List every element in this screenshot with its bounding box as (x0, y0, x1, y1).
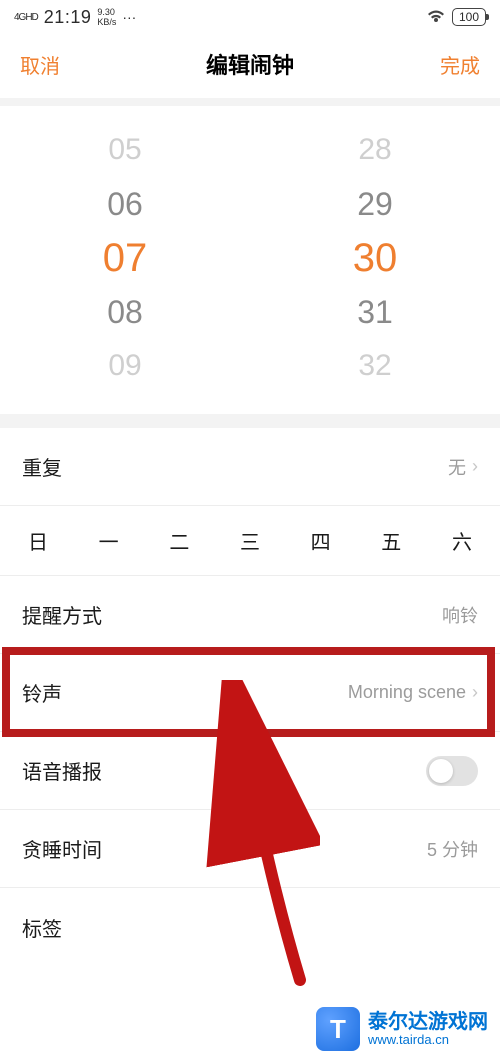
chevron-right-icon: › (472, 682, 478, 703)
done-button[interactable]: 完成 (440, 50, 480, 79)
chevron-right-icon: › (472, 456, 478, 477)
weekday-sun[interactable]: 日 (28, 526, 48, 555)
wifi-icon (426, 8, 446, 27)
row-tag[interactable]: 标签 (0, 888, 500, 966)
weekday-thu[interactable]: 四 (311, 526, 331, 555)
time-picker[interactable]: 05 06 07 08 09 28 29 30 31 32 (0, 98, 500, 428)
weekday-sat[interactable]: 六 (452, 526, 472, 555)
hour-column[interactable]: 05 06 07 08 09 (25, 128, 225, 388)
hour-option[interactable]: 05 (108, 128, 141, 172)
row-repeat[interactable]: 重复 无 › (0, 428, 500, 506)
row-label: 铃声 (22, 678, 62, 707)
minute-selected[interactable]: 30 (353, 236, 398, 280)
row-label: 重复 (22, 452, 62, 481)
weekday-wed[interactable]: 三 (240, 526, 260, 555)
row-value: 响铃 (442, 602, 478, 628)
battery-indicator: 100 (452, 8, 486, 26)
row-label: 语音播报 (22, 756, 102, 785)
status-time: 21:19 (44, 7, 92, 28)
watermark: T 泰尔达游戏网 www.tairda.cn (304, 1001, 500, 1057)
minute-option[interactable]: 32 (358, 344, 391, 388)
signal-indicator: 4GHD (14, 12, 38, 23)
hour-option[interactable]: 08 (107, 290, 143, 334)
hour-option[interactable]: 09 (108, 344, 141, 388)
weekday-tue[interactable]: 二 (169, 526, 189, 555)
status-bar: 4GHD 21:19 9.30KB/s ··· 100 (0, 0, 500, 34)
status-dots: ··· (122, 9, 136, 25)
row-value: 5 分钟 (427, 836, 478, 862)
cancel-button[interactable]: 取消 (20, 50, 60, 79)
minute-option[interactable]: 28 (358, 128, 391, 172)
row-snooze[interactable]: 贪睡时间 5 分钟 (0, 810, 500, 888)
row-remind[interactable]: 提醒方式 响铃 (0, 576, 500, 654)
row-value: 无 › (448, 454, 478, 480)
minute-option[interactable]: 29 (357, 182, 393, 226)
watermark-title: 泰尔达游戏网 (368, 1011, 488, 1033)
settings-list: 重复 无 › 日 一 二 三 四 五 六 提醒方式 响铃 铃声 Morning … (0, 428, 500, 966)
watermark-url: www.tairda.cn (368, 1033, 488, 1047)
page-title: 编辑闹钟 (206, 48, 294, 80)
row-label: 提醒方式 (22, 600, 102, 629)
row-label: 贪睡时间 (22, 834, 102, 863)
voice-toggle[interactable] (426, 756, 478, 786)
weekday-row: 日 一 二 三 四 五 六 (0, 506, 500, 576)
row-value: Morning scene › (348, 682, 478, 703)
row-label: 标签 (22, 913, 62, 942)
hour-option[interactable]: 06 (107, 182, 143, 226)
weekday-mon[interactable]: 一 (99, 526, 119, 555)
watermark-logo-icon: T (316, 1007, 360, 1051)
header: 取消 编辑闹钟 完成 (0, 34, 500, 98)
minute-column[interactable]: 28 29 30 31 32 (275, 128, 475, 388)
net-speed: 9.30KB/s (97, 7, 116, 27)
row-voice[interactable]: 语音播报 (0, 732, 500, 810)
minute-option[interactable]: 31 (357, 290, 393, 334)
weekday-fri[interactable]: 五 (381, 526, 401, 555)
row-ringtone[interactable]: 铃声 Morning scene › (0, 654, 500, 732)
hour-selected[interactable]: 07 (103, 236, 148, 280)
